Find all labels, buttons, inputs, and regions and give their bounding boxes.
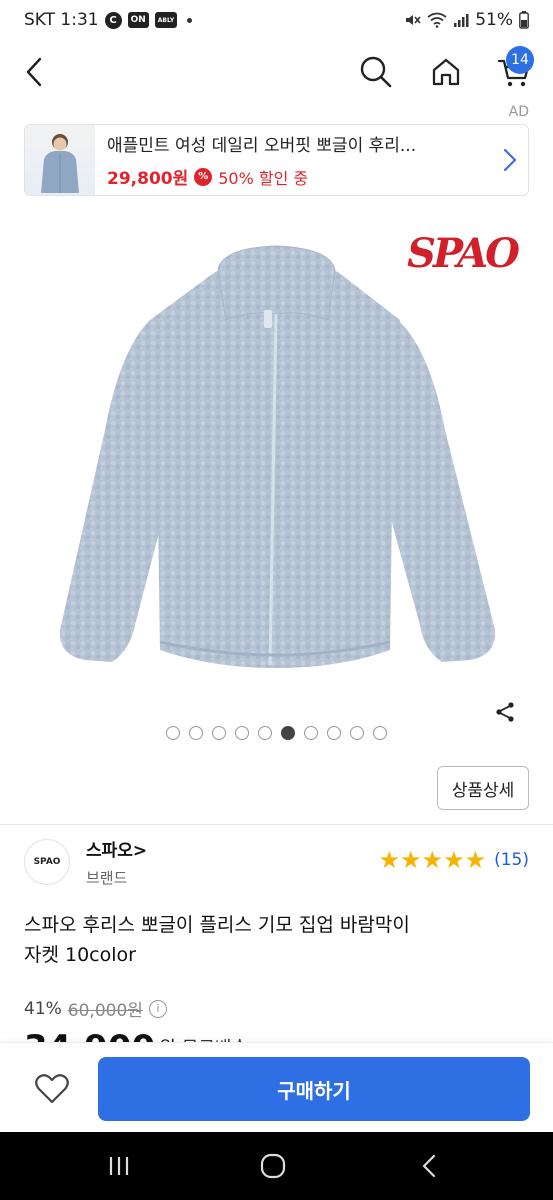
search-button[interactable] — [354, 50, 398, 94]
mute-icon — [406, 15, 421, 25]
status-dot-icon — [187, 17, 193, 23]
ad-price: 29,800원 — [107, 169, 189, 189]
carousel-dot[interactable] — [304, 726, 318, 740]
review-count[interactable]: (15) — [494, 850, 529, 870]
signal-icon — [454, 14, 469, 27]
share-button[interactable] — [493, 700, 517, 724]
android-navigation-bar — [0, 1132, 553, 1200]
top-navigation: 14 — [0, 40, 553, 104]
back-button[interactable] — [12, 50, 56, 94]
buy-button[interactable]: 구매하기 — [98, 1057, 530, 1121]
ad-title: 애플민트 여성 데일리 오버핏 뽀글이 후리... — [107, 136, 417, 156]
home-button[interactable] — [424, 50, 468, 94]
discount-percent-icon: % — [194, 167, 213, 186]
product-title: 스파오 후리스 뽀글이 플리스 기모 집업 바람막이 자켓 10color — [24, 910, 529, 970]
brand-row: SPAO 스파오> 브랜드 ★★★★★ (15) — [24, 836, 529, 888]
wishlist-button[interactable] — [30, 1067, 74, 1111]
back-arrow-icon — [422, 1154, 436, 1178]
status-bar: SKT 1:31 C ON ABLY 51% — [0, 0, 553, 40]
carousel-dot[interactable] — [327, 726, 341, 740]
discount-percent: 41% — [24, 998, 62, 1019]
cart-count-badge: 14 — [506, 46, 534, 74]
brand-name-link[interactable]: 스파오> — [86, 836, 147, 861]
home-icon — [432, 58, 460, 86]
carousel-dot[interactable] — [258, 726, 272, 740]
price-row: 41% 60,000원 i — [24, 996, 167, 1021]
ad-chevron[interactable] — [492, 148, 528, 172]
chevron-left-icon — [26, 57, 42, 87]
wifi-icon — [427, 12, 447, 28]
rating[interactable]: ★★★★★ (15) — [379, 848, 529, 872]
carousel-dot[interactable] — [373, 726, 387, 740]
product-detail-button[interactable]: 상품상세 — [437, 766, 529, 810]
share-icon — [496, 702, 514, 722]
original-price: 60,000원 — [67, 1001, 143, 1021]
recents-icon — [109, 1157, 129, 1175]
carousel-dot[interactable] — [350, 726, 364, 740]
status-c-icon: C — [104, 11, 122, 29]
fleece-jacket-image — [59, 245, 496, 668]
recents-button[interactable] — [99, 1148, 139, 1184]
product-title-line2: 자켓 10color — [24, 944, 136, 966]
carousel-dot[interactable] — [212, 726, 226, 740]
product-image[interactable]: SPAO — [0, 210, 553, 710]
heart-icon — [35, 1074, 69, 1104]
carousel-dot[interactable] — [189, 726, 203, 740]
cart-button[interactable]: 14 — [492, 46, 536, 94]
battery-icon — [519, 11, 529, 29]
status-on-icon: ON — [127, 12, 149, 28]
divider — [0, 824, 553, 825]
brand-sub-label: 브랜드 — [86, 869, 128, 887]
ad-discount-text: 50% 할인 중 — [218, 168, 309, 188]
info-icon[interactable]: i — [148, 999, 167, 1018]
ad-label: AD — [508, 104, 529, 120]
battery-percent: 51% — [475, 10, 513, 30]
carousel-dot[interactable] — [235, 726, 249, 740]
home-nav-button[interactable] — [253, 1148, 293, 1184]
carousel-dot-active[interactable] — [281, 726, 295, 740]
search-icon — [360, 56, 392, 88]
ad-banner[interactable]: 애플민트 여성 데일리 오버핏 뽀글이 후리... 29,800원 % 50% … — [24, 124, 529, 196]
carousel-dot[interactable] — [166, 726, 180, 740]
star-rating-icons: ★★★★★ — [378, 846, 487, 874]
back-nav-button[interactable] — [409, 1148, 449, 1184]
status-time: SKT 1:31 — [24, 10, 99, 30]
carousel-indicator — [0, 726, 553, 740]
brand-logo[interactable]: SPAO — [24, 839, 70, 885]
chevron-right-icon — [503, 148, 517, 172]
home-circle-icon — [260, 1153, 286, 1179]
ad-thumbnail — [25, 125, 95, 195]
product-title-line1: 스파오 후리스 뽀글이 플리스 기모 집업 바람막이 — [24, 914, 410, 936]
bottom-action-bar: 구매하기 — [0, 1042, 553, 1132]
status-app-icon: ABLY — [154, 12, 178, 28]
